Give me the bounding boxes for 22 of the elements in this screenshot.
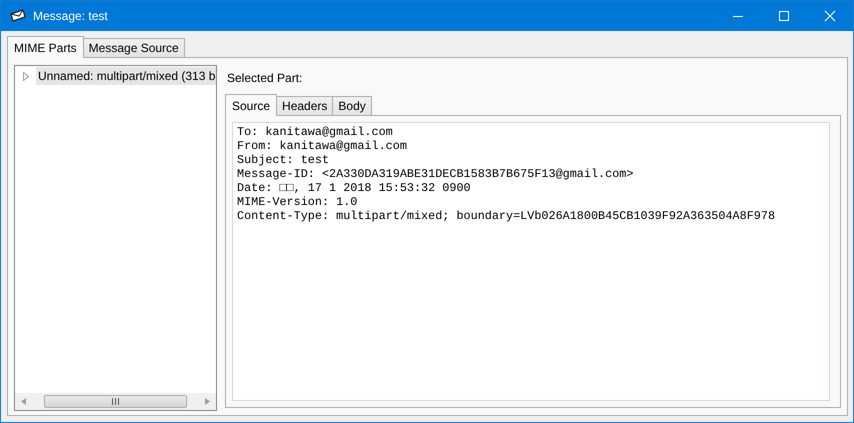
tree-item[interactable]: Unnamed: multipart/mixed (313 b	[36, 67, 216, 85]
envelope-icon	[10, 9, 26, 23]
grip-icon	[112, 398, 119, 405]
horizontal-scrollbar[interactable]	[15, 393, 216, 410]
tab[interactable]: Body	[332, 96, 372, 115]
scroll-right-icon[interactable]	[205, 398, 210, 405]
source-line: To: kanitawa@gmail.com	[237, 125, 394, 139]
tab[interactable]: Headers	[276, 96, 334, 115]
tab[interactable]: Source	[225, 94, 278, 116]
expand-arrow-icon[interactable]	[22, 72, 30, 80]
source-line: From: kanitawa@gmail.com	[237, 139, 408, 153]
source-line: MIME-Version: 1.0	[237, 195, 358, 209]
selected-part-label: Selected Part:	[227, 71, 304, 87]
tab[interactable]: MIME Parts	[7, 36, 84, 58]
source-line: Message-ID: <2A330DA319ABE31DECB1583B7B675F13@gmail.com>	[237, 167, 634, 181]
scroll-left-icon[interactable]	[21, 398, 26, 405]
source-line: Date: □□, 17 1 2018 15:53:32 0900	[237, 181, 472, 195]
tab[interactable]: Message Source	[82, 38, 185, 57]
source-line: Content-Type: multipart/mixed; boundary=LVb026A1800B45CB1039F92A363504A8F978	[237, 209, 776, 223]
scrollbar-thumb[interactable]	[44, 395, 187, 408]
source-line: Subject: test	[237, 153, 330, 167]
window-title: Message: test	[33, 9, 108, 23]
